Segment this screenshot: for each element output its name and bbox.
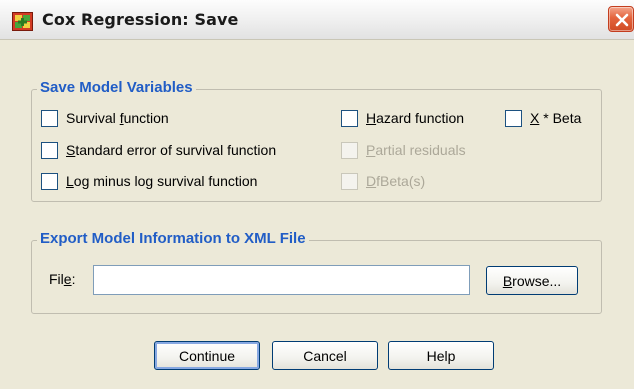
- log-minus-log-checkbox[interactable]: Log minus log survival function: [41, 171, 257, 191]
- checkbox-label: Log minus log survival function: [66, 173, 258, 189]
- close-button[interactable]: [608, 6, 634, 32]
- title-bar[interactable]: Cox Regression: Save: [0, 0, 634, 40]
- checkbox-box[interactable]: [341, 109, 358, 127]
- continue-button[interactable]: Continue: [154, 341, 260, 370]
- checkbox-label: Partial residuals: [366, 142, 466, 158]
- survival-function-checkbox[interactable]: Survival function: [41, 108, 169, 128]
- standard-error-checkbox[interactable]: Standard error of survival function: [41, 140, 276, 160]
- export-xml-legend: Export Model Information to XML File: [37, 230, 309, 247]
- spss-app-icon: [12, 12, 33, 31]
- checkbox-box: [341, 172, 358, 190]
- browse-button[interactable]: Browse...: [486, 266, 578, 295]
- checkbox-box: [341, 141, 358, 159]
- checkbox-label: Hazard function: [366, 110, 465, 126]
- save-model-variables-legend: Save Model Variables: [37, 79, 196, 96]
- checkbox-label: Survival function: [66, 110, 169, 126]
- checkbox-box[interactable]: [41, 109, 58, 127]
- checkbox-label: DfBeta(s): [366, 173, 426, 189]
- cancel-button[interactable]: Cancel: [272, 341, 378, 370]
- checkbox-box[interactable]: [505, 109, 522, 127]
- help-button[interactable]: Help: [388, 341, 494, 370]
- cox-regression-save-dialog: Cox Regression: Save Save Model Variable…: [0, 0, 634, 389]
- x-beta-checkbox[interactable]: X * Beta: [505, 108, 581, 128]
- file-path-input[interactable]: [93, 265, 470, 295]
- dfbeta-checkbox: DfBeta(s): [341, 171, 425, 191]
- hazard-function-checkbox[interactable]: Hazard function: [341, 108, 464, 128]
- checkbox-box[interactable]: [41, 172, 58, 190]
- checkbox-box[interactable]: [41, 141, 58, 159]
- checkbox-label: Standard error of survival function: [66, 142, 277, 158]
- checkbox-label: X * Beta: [530, 110, 582, 126]
- partial-residuals-checkbox: Partial residuals: [341, 140, 466, 160]
- file-label: File:: [49, 271, 76, 287]
- window-title: Cox Regression: Save: [42, 10, 239, 29]
